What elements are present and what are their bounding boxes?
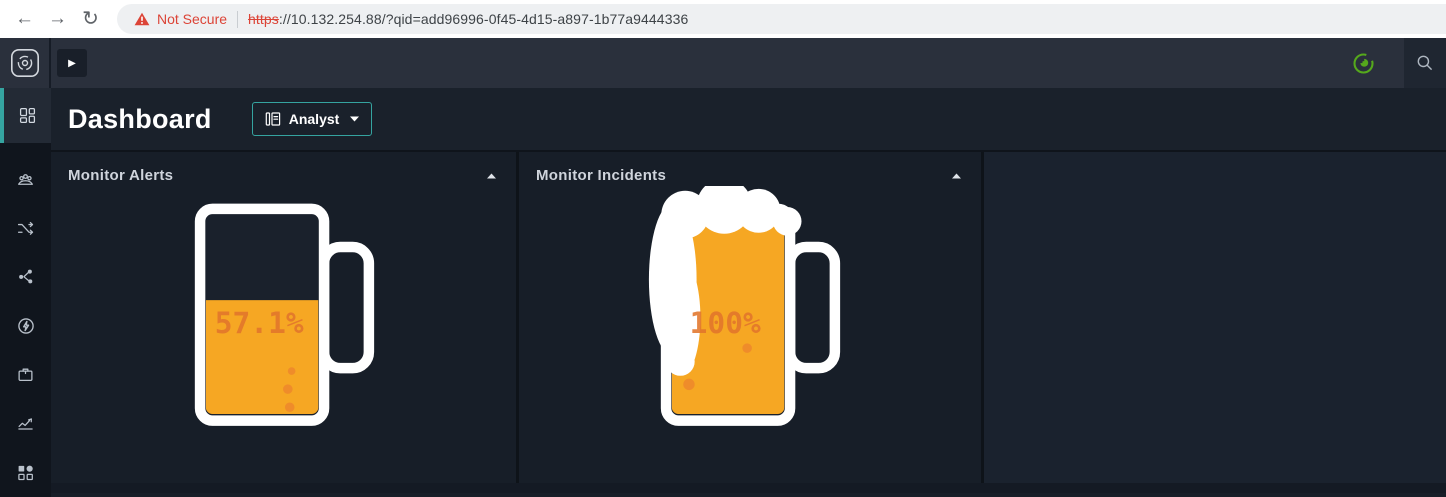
dashboard-icon [19,107,36,124]
panel-monitor-alerts: Monitor Alerts 57.1% [51,152,516,483]
caret-down-icon [350,116,359,122]
url-text[interactable]: https://10.132.254.88/?qid=add96996-0f45… [248,11,688,27]
play-icon: ▶ [68,58,76,69]
bottom-strip [51,483,1446,493]
sidebar-item-dashboard[interactable] [0,88,51,143]
share-nodes-icon [17,268,34,285]
beer-mug-gauge: 57.1% [181,186,387,434]
role-selector-button[interactable]: Analyst [252,102,373,136]
url-scheme-struck: https [248,11,279,27]
chart-trend-icon [17,415,34,432]
expand-panel-button[interactable]: ▶ [57,49,87,77]
panel-header: Monitor Incidents [519,152,981,184]
browser-toolbar: ← → ↻ Not Secure https://10.132.254.88/?… [0,0,1446,38]
warning-icon[interactable] [134,12,150,26]
team-icon [17,171,34,188]
panel-header: Monitor Alerts [51,152,516,184]
url-remainder: ://10.132.254.88/?qid=add96996-0f45-4d15… [279,11,688,27]
panel-title: Monitor Incidents [536,167,666,184]
sidebar-item-automation[interactable] [0,301,51,350]
search-button[interactable] [1404,38,1446,88]
logo-icon [10,48,40,78]
browser-reload-button[interactable]: ↻ [74,4,107,34]
collapse-caret-icon[interactable] [949,170,964,182]
bolt-circle-icon [17,317,35,335]
sidebar-item-briefcase[interactable] [0,350,51,399]
address-bar-separator [237,11,238,28]
app-topbar: ▶ [51,38,1446,88]
beer-mug-gauge: 100% [647,186,853,434]
sidebar-item-share-nodes[interactable] [0,253,51,302]
page-title: Dashboard [68,104,212,135]
shuffle-arrows-icon [17,220,34,237]
sidebar-item-shuffle[interactable] [0,204,51,253]
panel-monitor-incidents: Monitor Incidents 100% [519,152,981,483]
topbar-right-controls [1352,38,1446,88]
apps-grid-icon [17,464,34,481]
svg-text:57.1%: 57.1% [214,306,303,340]
main-area: ▶ Dashboard [51,38,1446,497]
svg-text:100%: 100% [690,306,761,340]
browser-forward-button[interactable]: → [41,4,74,34]
app-window: ▶ Dashboard [0,38,1446,497]
layout-role-icon [265,111,281,127]
sidebar [0,38,51,497]
sidebar-item-team[interactable] [0,155,51,204]
app-logo[interactable] [0,38,51,88]
collapse-caret-icon[interactable] [484,170,499,182]
panel-title: Monitor Alerts [68,167,173,184]
address-bar[interactable]: Not Secure https://10.132.254.88/?qid=ad… [117,4,1446,34]
sidebar-item-analytics[interactable] [0,399,51,448]
role-label: Analyst [289,111,340,127]
beer-gauge-alerts: 57.1% [51,186,516,434]
page-header: Dashboard Analyst [51,88,1446,152]
search-icon [1416,54,1434,72]
empty-panel-area [984,152,1446,483]
browser-back-button[interactable]: ← [8,4,41,34]
beer-gauge-incidents: 100% [519,186,981,434]
briefcase-icon [17,366,34,383]
not-secure-label[interactable]: Not Secure [157,11,227,27]
sidebar-item-apps[interactable] [0,448,51,497]
connection-status-icon[interactable] [1352,52,1375,75]
widgets-row: Monitor Alerts 57.1% Monitor Incidents 1… [51,152,1446,483]
sidebar-spacer [0,143,51,155]
